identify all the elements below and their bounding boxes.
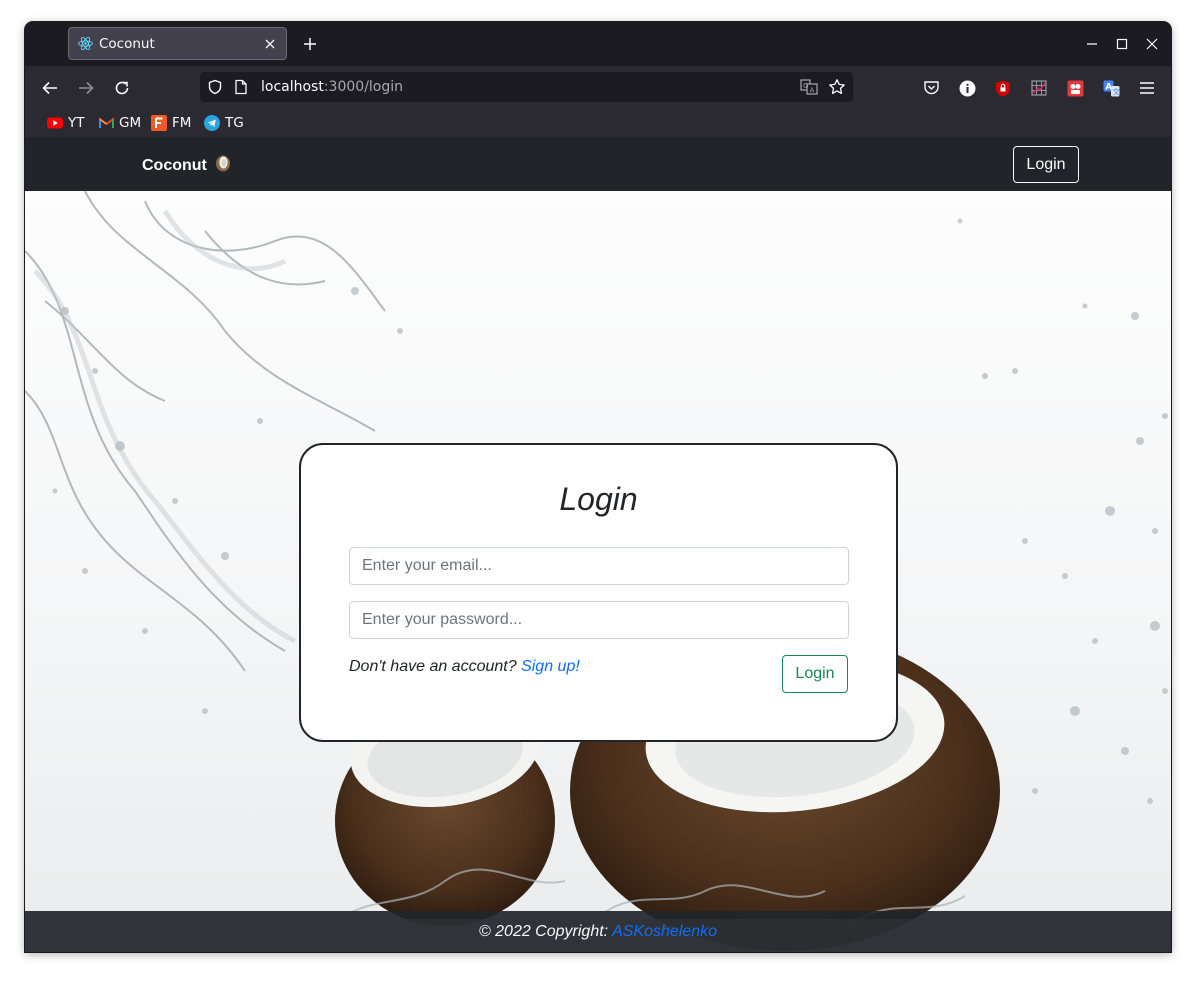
shortcuts-extension-icon[interactable] [1065,78,1085,98]
star-icon[interactable] [828,78,846,96]
translate-icon[interactable]: GA [800,78,818,96]
back-arrow-icon[interactable] [39,77,61,99]
url-text[interactable]: localhost:3000/login [261,79,403,95]
fm-icon [151,115,167,131]
hamburger-menu-icon[interactable] [1137,78,1157,98]
bookmark-label: FM [172,115,192,131]
close-window-icon[interactable] [1142,34,1162,54]
maximize-icon[interactable] [1112,34,1132,54]
signup-prompt: Don't have an account? Sign up! [349,658,580,676]
app-navbar: Coconut Login [25,137,1171,191]
translator-extension-icon[interactable]: A文 [1101,78,1121,98]
page-viewport: Coconut Login Login Don't have an accoun… [25,137,1171,952]
ublock-icon[interactable] [993,78,1013,98]
nav-login-button[interactable]: Login [1013,146,1079,183]
login-card: Login Don't have an account? Sign up! Lo… [299,443,898,742]
close-tab-icon[interactable] [260,34,280,54]
signup-prompt-text: Don't have an account? [349,658,517,675]
login-button[interactable]: Login [782,655,848,693]
coconut-icon [215,154,231,177]
gmail-icon [98,115,114,131]
youtube-icon [47,115,63,131]
bookmark-gm[interactable]: GM [98,112,141,134]
brand-name: Coconut [142,156,207,174]
info-extension-icon[interactable] [957,78,977,98]
signup-link[interactable]: Sign up! [521,658,580,675]
page-icon[interactable] [232,78,250,96]
tab-strip: Coconut [25,22,1171,66]
url-host: localhost [261,79,324,95]
bookmark-label: YT [68,115,85,131]
bookmark-yt[interactable]: YT [47,112,85,134]
login-title: Login [559,481,638,517]
email-field[interactable] [349,547,849,585]
browser-window: Coconut localhost:3000/login G A A 文 YT … [25,22,1171,952]
footer-copyright: © 2022 Copyright: [478,922,609,940]
footer: © 2022 Copyright: ASKoshelenko [25,911,1171,952]
brand-link[interactable]: Coconut [142,154,231,177]
bookmark-label: TG [225,115,244,131]
nav-toolbar: localhost:3000/login GA A文 [25,66,1171,110]
minimize-icon[interactable] [1082,34,1102,54]
reload-icon[interactable] [111,77,133,99]
bookmarks-bar: YT GM FM TG [25,110,1171,137]
tab-title: Coconut [99,35,155,52]
password-field[interactable] [349,601,849,639]
svg-text:G: G [803,82,808,90]
svg-text:A: A [810,87,815,95]
forward-arrow-icon[interactable] [75,77,97,99]
new-tab-icon[interactable] [300,34,320,54]
url-path: :3000/login [323,79,404,95]
bookmark-label: GM [119,115,142,131]
footer-author-link[interactable]: ASKoshelenko [612,923,717,941]
react-logo-icon [77,36,93,52]
bookmark-tg[interactable]: TG [204,112,244,134]
browser-tab[interactable]: Coconut [68,27,287,60]
address-bar[interactable]: localhost:3000/login GA [200,72,853,102]
svg-text:文: 文 [1112,86,1120,96]
bookmark-fm[interactable]: FM [151,112,191,134]
grid-extension-icon[interactable] [1029,78,1049,98]
telegram-icon [204,115,220,131]
pocket-icon[interactable] [921,78,941,98]
shield-icon[interactable] [206,78,224,96]
